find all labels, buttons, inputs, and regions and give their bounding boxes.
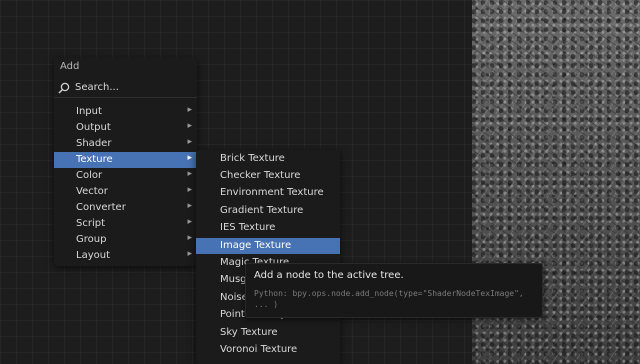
menu-item-label: Color	[76, 170, 103, 181]
submenu-item-label: Voronoi Texture	[220, 344, 298, 355]
chevron-right-icon: ▸	[187, 169, 192, 179]
search-label: Search...	[75, 82, 119, 93]
chevron-right-icon: ▸	[187, 121, 192, 131]
menu-item-label: Input	[76, 106, 102, 117]
menu-item-group[interactable]: Group ▸	[54, 232, 197, 248]
chevron-right-icon: ▸	[187, 233, 192, 243]
chevron-right-icon: ▸	[187, 153, 192, 163]
menu-item-label: Shader	[76, 138, 112, 149]
chevron-right-icon: ▸	[187, 249, 192, 259]
menu-item-label: Vector	[76, 186, 108, 197]
submenu-item-image-texture[interactable]: Image Texture	[196, 238, 340, 254]
menu-item-layout[interactable]: Layout ▸	[54, 248, 197, 264]
chevron-right-icon: ▸	[187, 137, 192, 147]
submenu-item-label: Image Texture	[220, 240, 292, 251]
submenu-item-label: Gradient Texture	[220, 205, 304, 216]
add-menu: Add Search... Input ▸ Output ▸ Shader ▸ …	[54, 58, 197, 266]
submenu-item-label: Checker Texture	[220, 170, 301, 181]
tooltip: Add a node to the active tree. Python: b…	[245, 263, 543, 318]
submenu-item-voronoi-texture[interactable]: Voronoi Texture	[196, 342, 340, 358]
menu-item-texture[interactable]: Texture ▸	[54, 152, 197, 168]
menu-item-converter[interactable]: Converter ▸	[54, 200, 197, 216]
menu-item-label: Script	[76, 218, 106, 229]
menu-item-label: Converter	[76, 202, 126, 213]
submenu-item-label: Brick Texture	[220, 153, 285, 164]
menu-item-color[interactable]: Color ▸	[54, 168, 197, 184]
submenu-item-label: IES Texture	[220, 222, 276, 233]
submenu-item-label: Environment Texture	[220, 187, 324, 198]
chevron-right-icon: ▸	[187, 185, 192, 195]
texture-submenu: Brick Texture Checker Texture Environmen…	[196, 150, 340, 364]
chevron-right-icon: ▸	[187, 105, 192, 115]
submenu-item-checker-texture[interactable]: Checker Texture	[196, 168, 340, 184]
submenu-item-label: Sky Texture	[220, 327, 278, 338]
menu-item-output[interactable]: Output ▸	[54, 120, 197, 136]
submenu-item-brick-texture[interactable]: Brick Texture	[196, 151, 340, 167]
chevron-right-icon: ▸	[187, 217, 192, 227]
menu-item-label: Group	[76, 234, 107, 245]
submenu-item-gradient-texture[interactable]: Gradient Texture	[196, 203, 340, 219]
submenu-item-environment-texture[interactable]: Environment Texture	[196, 185, 340, 201]
menu-item-shader[interactable]: Shader ▸	[54, 136, 197, 152]
menu-search[interactable]: Search...	[54, 79, 197, 98]
submenu-item-sky-texture[interactable]: Sky Texture	[196, 325, 340, 341]
menu-item-label: Texture	[76, 154, 113, 165]
menu-item-vector[interactable]: Vector ▸	[54, 184, 197, 200]
submenu-item-ies-texture[interactable]: IES Texture	[196, 220, 340, 236]
menu-item-label: Layout	[76, 250, 110, 261]
tooltip-description: Add a node to the active tree.	[254, 270, 404, 281]
menu-item-input[interactable]: Input ▸	[54, 104, 197, 120]
chevron-right-icon: ▸	[187, 201, 192, 211]
menu-item-label: Output	[76, 122, 111, 133]
add-menu-title: Add	[60, 61, 80, 72]
menu-item-script[interactable]: Script ▸	[54, 216, 197, 232]
search-icon	[58, 82, 70, 94]
tooltip-python-command: Python: bpy.ops.node.add_node(type="Shad…	[254, 289, 529, 309]
